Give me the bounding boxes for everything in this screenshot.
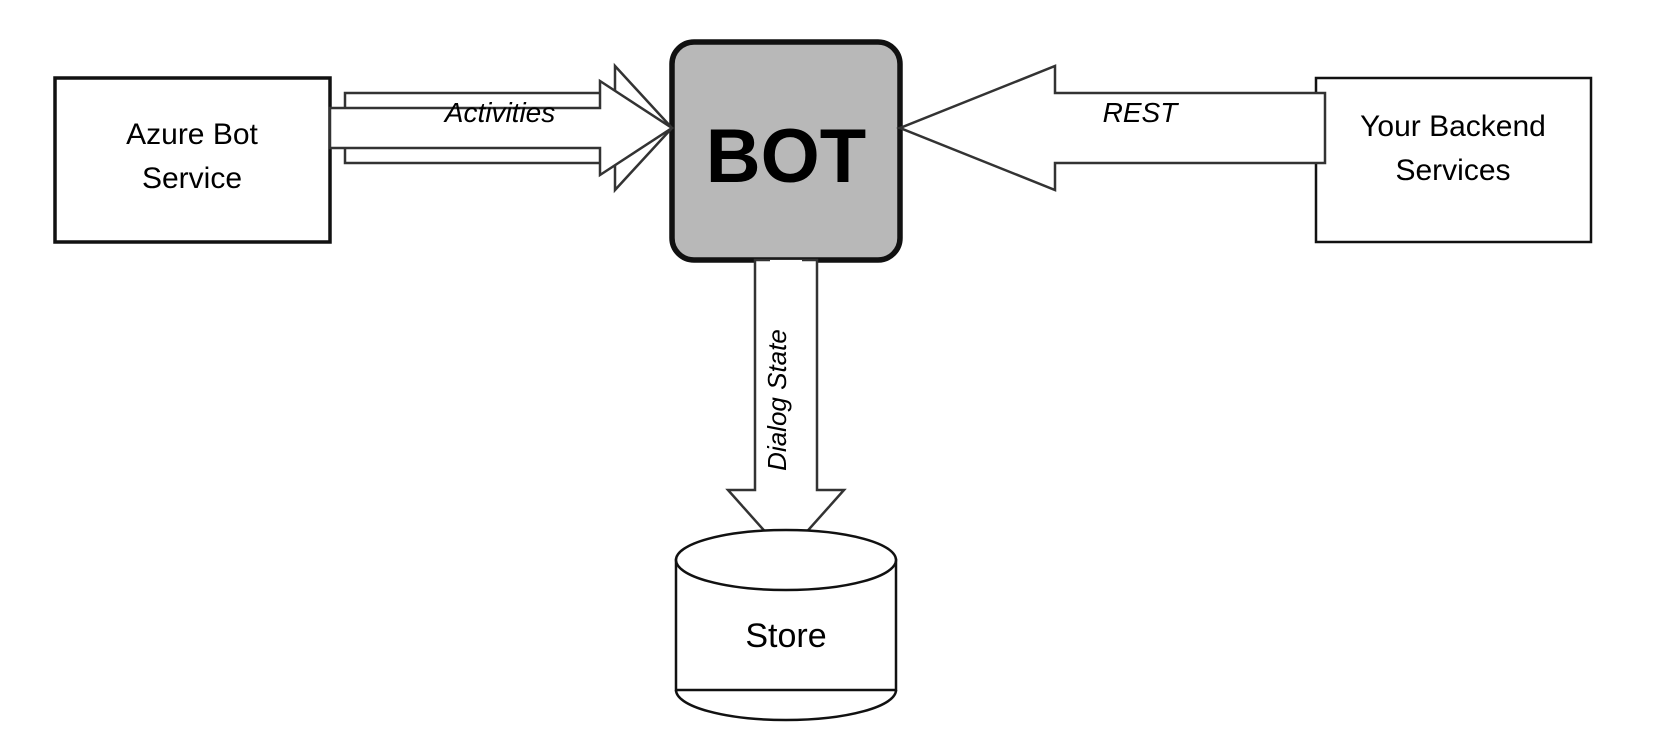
azure-bot-service-box: [55, 78, 330, 242]
bot-text: BOT: [706, 114, 866, 199]
rest-label: REST: [1103, 97, 1180, 128]
store-text: Store: [745, 617, 826, 655]
activities-label: Activities: [443, 97, 555, 128]
dialog-state-label: Dialog State: [762, 329, 792, 471]
store-cylinder-top: [676, 530, 896, 590]
azure-bot-service-text2: Service: [142, 162, 242, 195]
azure-bot-service-text: Azure Bot: [126, 118, 258, 151]
backend-services-text2: Services: [1395, 154, 1510, 187]
backend-services-text1: Your Backend: [1360, 110, 1546, 143]
